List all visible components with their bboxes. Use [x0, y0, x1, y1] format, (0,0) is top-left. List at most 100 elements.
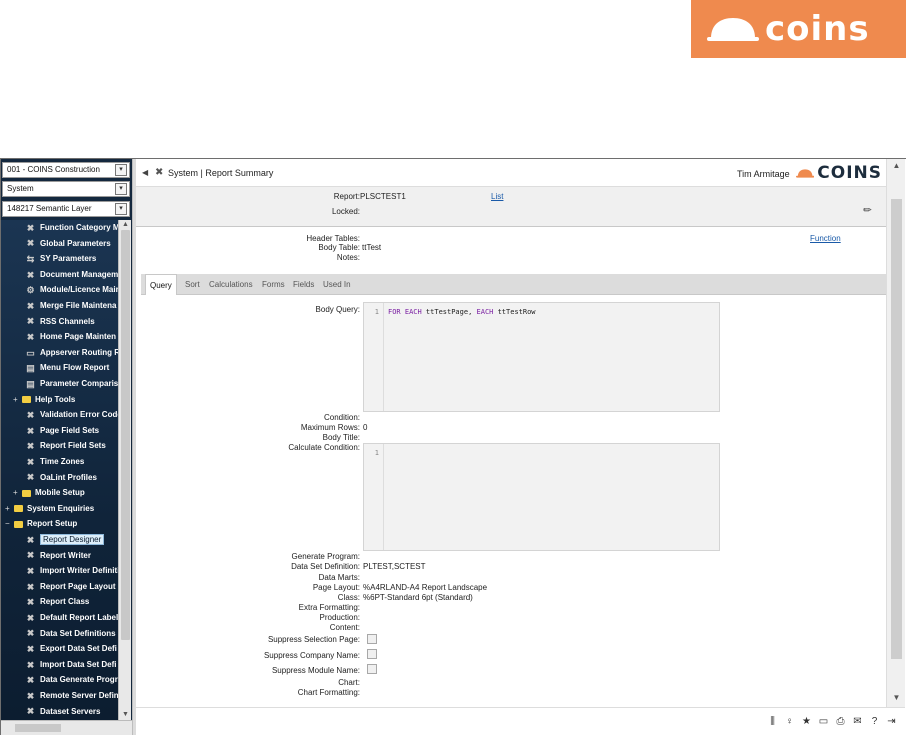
sidebar-item[interactable]: ✖ Export Data Set Defi	[25, 641, 117, 657]
sidebar-item-label: Function Category M	[40, 223, 118, 232]
brand-wordmark: coins	[765, 9, 870, 49]
main-vertical-scrollbar[interactable]: ▲ ▼	[886, 159, 905, 707]
help-icon[interactable]: ?	[869, 716, 880, 727]
scroll-thumb[interactable]	[15, 724, 61, 732]
sidebar-item[interactable]: ✖ Import Data Set Defi	[25, 657, 117, 673]
tab-fields[interactable]: Fields	[289, 274, 318, 295]
layer-select-value: 148217 Semantic Layer	[7, 204, 92, 213]
back-arrow-icon[interactable]: ◀	[142, 168, 148, 177]
sidebar-item[interactable]: ✖ Report Field Sets	[25, 438, 106, 454]
layer-select[interactable]: 148217 Semantic Layer ▾	[2, 201, 130, 217]
star-icon[interactable]: ★	[801, 716, 812, 727]
sidebar-item[interactable]: ✖ Import Writer Definiti	[25, 563, 118, 579]
chevron-down-icon[interactable]: ▾	[115, 164, 127, 176]
wrench-icon: ✖	[26, 690, 35, 701]
sidebar-item[interactable]: ⚙ Module/Licence Mair	[25, 282, 118, 298]
sidebar-item[interactable]: ✖ Validation Error Code	[25, 407, 118, 423]
sidebar-item[interactable]: ✖ Default Report Label	[25, 610, 118, 626]
sidebar-item[interactable]: + Mobile Setup	[13, 485, 85, 501]
user-name[interactable]: Tim Armitage	[737, 169, 790, 179]
sidebar-vertical-scrollbar[interactable]: ▲ ▼	[118, 220, 131, 720]
sidebar-item[interactable]: ▭ Appserver Routing R	[25, 345, 118, 361]
chart-formatting-label: Chart Formatting:	[297, 688, 360, 697]
sidebar-item-label: Report Class	[40, 597, 90, 607]
body-query-label: Body Query:	[315, 305, 360, 314]
person-icon[interactable]: ♀	[784, 716, 795, 727]
tab-calculations[interactable]: Calculations	[205, 274, 257, 295]
sidebar-item[interactable]: ✖ Report Page Layout	[25, 579, 116, 595]
wrench-icon: ✖	[26, 222, 35, 233]
wrench-icon: ✖	[26, 456, 35, 467]
expand-icon[interactable]: +	[13, 392, 22, 408]
print-icon[interactable]: ⎙	[835, 716, 846, 727]
tab-bar: Query Sort Calculations Forms Fields Used In	[141, 274, 886, 295]
sidebar-item[interactable]: ▤ Menu Flow Report	[25, 360, 109, 376]
sidebar-item[interactable]: ✖ Global Parameters	[25, 236, 111, 252]
expand-icon[interactable]: +	[5, 501, 14, 517]
logout-icon[interactable]: ⇥	[886, 716, 897, 727]
sidebar-item[interactable]: ✖ Report Writer	[25, 548, 91, 564]
sidebar-item[interactable]: ⇆ SY Parameters	[25, 251, 97, 267]
sidebar-item[interactable]: ✖ RSS Channels	[25, 314, 95, 330]
sidebar-item[interactable]: + System Enquiries	[5, 501, 94, 517]
books-icon[interactable]: ⫼	[767, 716, 778, 727]
title-bar: ◀ ✖ System | Report Summary Tim Armitage…	[136, 159, 886, 187]
company-select[interactable]: 001 - COINS Construction ▾	[2, 162, 130, 178]
sidebar-item[interactable]: ✖ Function Category M	[25, 220, 118, 236]
wrench-icon: ✖	[155, 167, 164, 178]
tab-forms[interactable]: Forms	[258, 274, 289, 295]
body-query-editor[interactable]: 1 FOR EACH ttTestPage, EACH ttTestRow	[363, 302, 720, 412]
scroll-down-icon[interactable]: ▼	[887, 693, 906, 705]
expand-icon[interactable]: +	[13, 485, 22, 501]
sidebar-item[interactable]: ✖ Dataset Servers	[25, 704, 101, 720]
max-rows-label: Maximum Rows:	[300, 423, 360, 432]
sidebar-item[interactable]: ✖ Merge File Maintena	[25, 298, 117, 314]
sidebar-item[interactable]: ✖ Report Class	[25, 594, 90, 610]
scroll-down-icon[interactable]: ▼	[119, 710, 132, 720]
mail-icon[interactable]: ✉	[852, 716, 863, 727]
module-select[interactable]: System ▾	[2, 181, 130, 197]
sidebar-item-label: Report Page Layout	[40, 581, 116, 591]
sidebar-item[interactable]: ✖ Report Designer	[25, 532, 105, 548]
scroll-up-icon[interactable]: ▲	[119, 220, 132, 230]
sidebar-item[interactable]: − Report Setup	[5, 516, 77, 532]
suppress-selection-checkbox[interactable]	[367, 634, 377, 644]
sidebar-item[interactable]: ✖ Remote Server Defin	[25, 688, 118, 704]
sidebar-item[interactable]: ✖ Document Managem	[25, 267, 118, 283]
page-layout-value: %A4RLAND-A4 Report Landscape	[363, 583, 488, 592]
scroll-thumb[interactable]	[121, 230, 130, 640]
wrench-icon: ✖	[26, 269, 35, 280]
sidebar-item[interactable]: ✖ Data Set Definitions	[25, 626, 116, 642]
wrench-icon: ✖	[26, 425, 35, 436]
wrench-icon: ✖	[26, 550, 35, 561]
suppress-module-checkbox[interactable]	[367, 664, 377, 674]
sidebar-item-label: Report Designer	[40, 534, 105, 545]
code-text: ttTestPage,	[421, 308, 477, 316]
sidebar-item[interactable]: ✖ Home Page Mainten	[25, 329, 116, 345]
window-icon[interactable]: ▭	[818, 716, 829, 727]
sidebar-item[interactable]: ▤ Parameter Comparis	[25, 376, 118, 392]
sidebar-horizontal-scrollbar[interactable]	[1, 720, 132, 735]
line-number: 1	[364, 303, 384, 411]
body-query-code[interactable]: FOR EACH ttTestPage, EACH ttTestRow	[388, 308, 536, 316]
wrench-icon: ✖	[26, 316, 35, 327]
calc-condition-editor[interactable]: 1	[363, 443, 720, 551]
list-link[interactable]: List	[491, 192, 503, 201]
collapse-icon[interactable]: −	[5, 516, 14, 532]
sidebar-item[interactable]: + Help Tools	[13, 392, 75, 408]
sidebar-item[interactable]: ✖ Data Generate Progr	[25, 672, 118, 688]
chevron-down-icon[interactable]: ▾	[115, 183, 127, 195]
tab-used-in[interactable]: Used In	[319, 274, 355, 295]
sidebar-item[interactable]: ✖ OaLint Profiles	[25, 470, 97, 486]
scroll-thumb[interactable]	[891, 199, 902, 659]
scroll-up-icon[interactable]: ▲	[887, 161, 906, 173]
sidebar-item-label: Parameter Comparis	[40, 379, 118, 388]
tab-sort[interactable]: Sort	[181, 274, 204, 295]
sidebar-item[interactable]: ✖ Time Zones	[25, 454, 85, 470]
sidebar-item-label: Merge File Maintena	[40, 301, 117, 310]
sidebar-item[interactable]: ✖ Page Field Sets	[25, 423, 99, 439]
suppress-company-checkbox[interactable]	[367, 649, 377, 659]
chevron-down-icon[interactable]: ▾	[115, 203, 127, 215]
function-link[interactable]: Function	[810, 234, 841, 243]
tab-query[interactable]: Query	[145, 274, 177, 295]
